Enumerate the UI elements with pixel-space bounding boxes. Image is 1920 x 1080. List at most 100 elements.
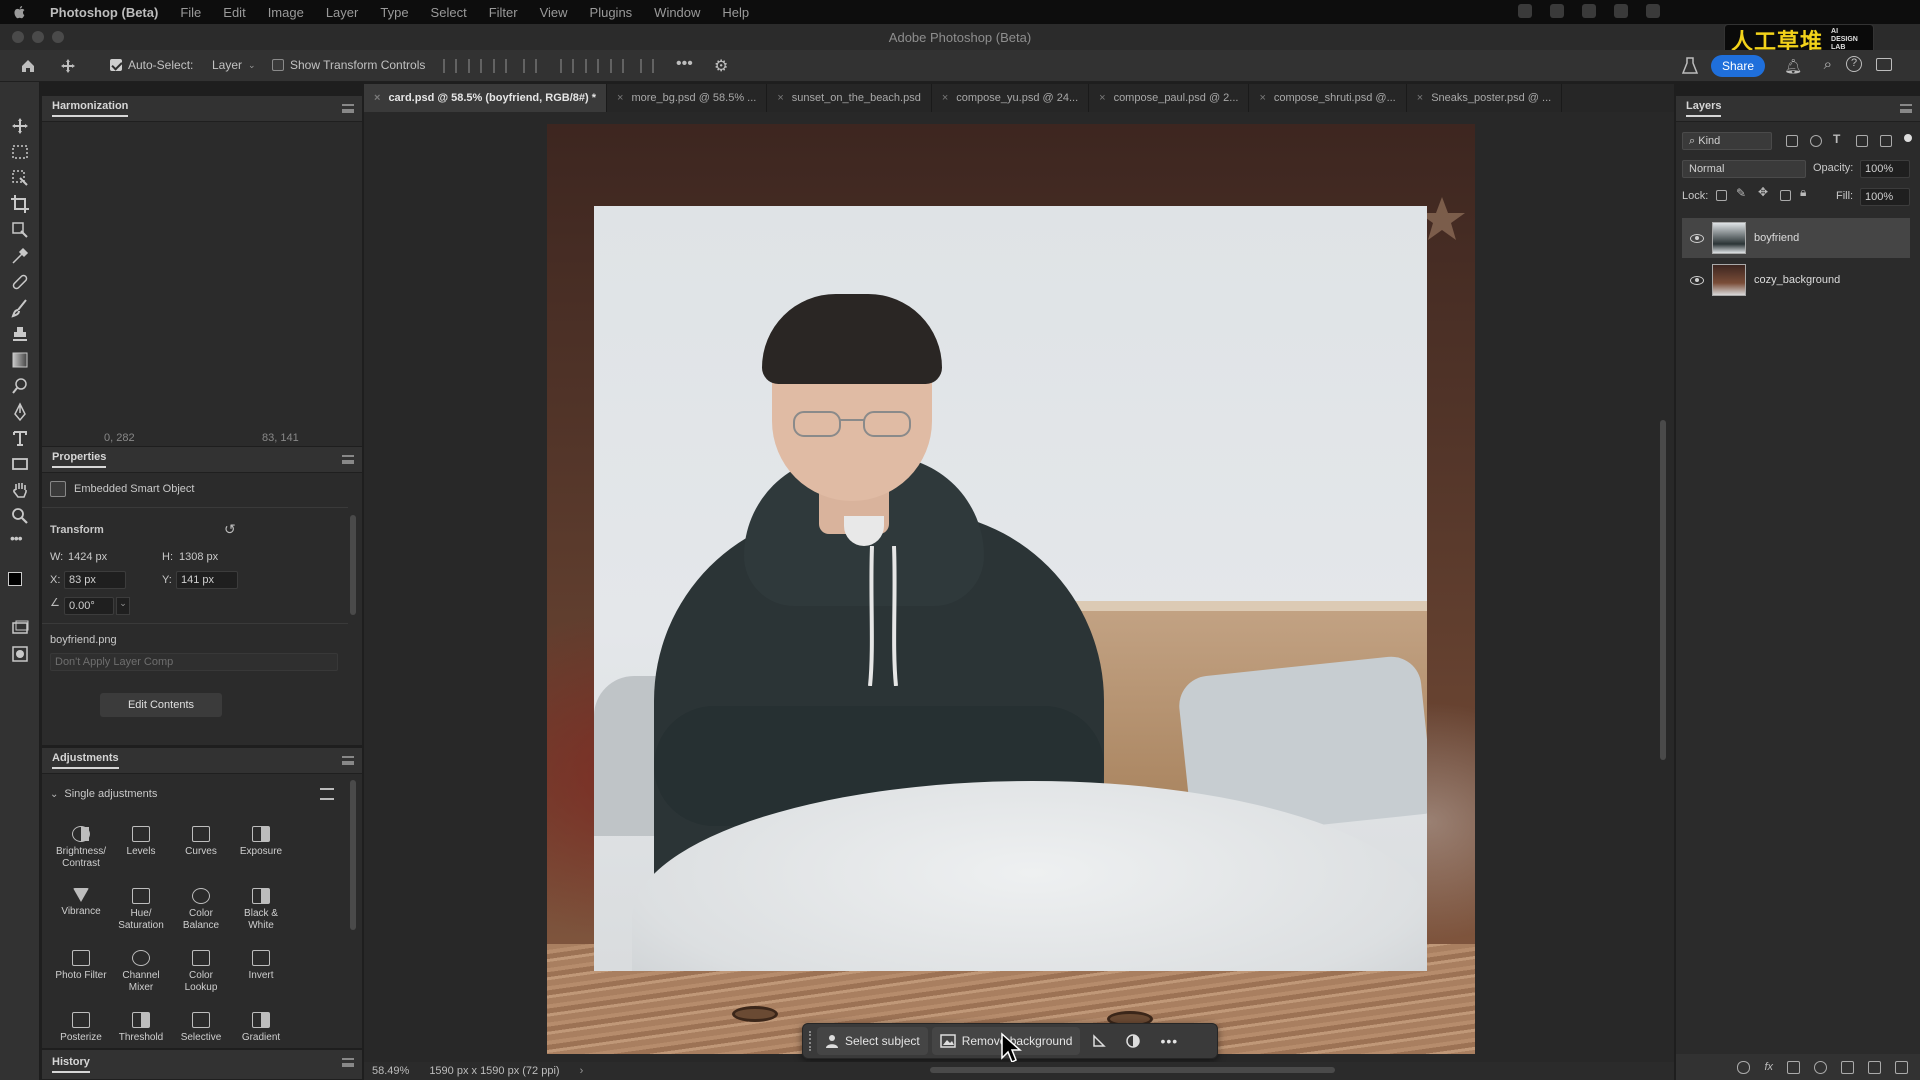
align-center-icon[interactable]: [468, 59, 482, 73]
document-canvas[interactable]: [547, 124, 1475, 1054]
healing-brush-icon[interactable]: [10, 272, 30, 292]
width-value[interactable]: 1424 px: [68, 551, 107, 563]
adjustment-photo-filter[interactable]: Photo Filter: [51, 950, 111, 982]
edit-contents-button[interactable]: Edit Contents: [100, 693, 222, 717]
canvas-horizontal-scrollbar[interactable]: [930, 1067, 1335, 1073]
harmonization-tab[interactable]: Harmonization: [52, 100, 129, 117]
layer-row-boyfriend[interactable]: boyfriend: [1682, 218, 1910, 258]
eyedropper-tool-icon[interactable]: [10, 246, 30, 266]
adjustment-channel-mixer[interactable]: Channel Mixer: [111, 950, 171, 994]
menu-edit[interactable]: Edit: [223, 5, 245, 20]
align-top-icon[interactable]: [560, 59, 574, 73]
frame-tool-icon[interactable]: [10, 220, 30, 240]
document-info[interactable]: 1590 px x 1590 px (72 ppi): [429, 1065, 559, 1077]
status-icon[interactable]: [1550, 4, 1564, 18]
workspace-icon[interactable]: [1876, 58, 1892, 71]
drag-handle-icon[interactable]: [809, 1031, 813, 1051]
close-tab-icon[interactable]: ×: [617, 92, 623, 104]
hand-tool-icon[interactable]: [10, 480, 30, 500]
search-icon[interactable]: ⌕: [1824, 56, 1832, 73]
menu-select[interactable]: Select: [431, 5, 467, 20]
menu-window[interactable]: Window: [654, 5, 700, 20]
adjustment-threshold[interactable]: Threshold: [111, 1012, 171, 1044]
stamp-tool-icon[interactable]: [10, 324, 30, 344]
crop-tool-icon[interactable]: [10, 194, 30, 214]
panel-menu-icon[interactable]: [342, 756, 354, 765]
flask-icon[interactable]: [1682, 57, 1698, 75]
select-subject-button[interactable]: Select subject: [817, 1027, 928, 1055]
screen-mode-icon[interactable]: [10, 618, 30, 638]
panel-menu-icon[interactable]: [342, 455, 354, 464]
align-bottom-icon[interactable]: [610, 59, 624, 73]
marquee-tool-icon[interactable]: [10, 142, 30, 162]
auto-select-checkbox[interactable]: [110, 59, 122, 71]
adjustment-black-white[interactable]: Black & White: [231, 888, 291, 932]
brush-tool-icon[interactable]: [10, 298, 30, 318]
foreground-color-swatch[interactable]: [8, 572, 22, 586]
opacity-input[interactable]: 100%: [1860, 160, 1910, 178]
canvas-area[interactable]: [364, 112, 1674, 1062]
adjustment-invert[interactable]: Invert: [231, 950, 291, 982]
adjustment-levels[interactable]: Levels: [111, 826, 171, 858]
fill-input[interactable]: 100%: [1860, 188, 1910, 206]
align-right-icon[interactable]: [493, 59, 507, 73]
tab-more-bg-psd[interactable]: × more_bg.psd @ 58.5% ...: [607, 84, 768, 112]
more-options-icon[interactable]: •••: [676, 55, 693, 73]
fx-icon[interactable]: fx: [1764, 1061, 1773, 1074]
distribute-vertical-icon[interactable]: [640, 59, 654, 73]
height-value[interactable]: 1308 px: [179, 551, 218, 563]
adjustment-button[interactable]: [1118, 1027, 1148, 1055]
menu-filter[interactable]: Filter: [489, 5, 518, 20]
gear-icon[interactable]: ⚙: [714, 56, 728, 76]
show-transform-checkbox[interactable]: [272, 59, 284, 71]
adjustment-selective-color[interactable]: Selective: [171, 1012, 231, 1044]
close-tab-icon[interactable]: ×: [777, 92, 783, 104]
angle-input[interactable]: 0.00°: [64, 597, 114, 615]
status-icon[interactable]: [1518, 4, 1532, 18]
layer-row-cozy-background[interactable]: cozy_background: [1682, 260, 1910, 300]
reset-transform-icon[interactable]: ↺: [224, 521, 236, 538]
transform-button[interactable]: [1084, 1027, 1114, 1055]
angle-dropdown-icon[interactable]: ⌄: [116, 597, 130, 615]
filter-smart-object-icon[interactable]: [1880, 135, 1892, 147]
panel-menu-icon[interactable]: [342, 1058, 354, 1067]
list-view-icon[interactable]: [320, 788, 334, 800]
filter-toggle-icon[interactable]: [1904, 134, 1912, 142]
menu-layer[interactable]: Layer: [326, 5, 359, 20]
adjustment-vibrance[interactable]: Vibrance: [51, 888, 111, 918]
lock-paint-icon[interactable]: ✎: [1736, 186, 1746, 200]
share-button[interactable]: Share: [1711, 55, 1765, 77]
close-tab-icon[interactable]: ×: [1099, 92, 1105, 104]
rectangle-tool-icon[interactable]: [10, 454, 30, 474]
filter-type-icon[interactable]: T: [1833, 132, 1840, 146]
x-position-input[interactable]: 83 px: [64, 571, 126, 589]
adjustment-brightness-contrast[interactable]: Brightness/Contrast: [51, 826, 111, 870]
status-icon[interactable]: [1582, 4, 1596, 18]
filter-pixel-icon[interactable]: [1786, 135, 1798, 147]
tab-compose-paul-psd[interactable]: × compose_paul.psd @ 2...: [1089, 84, 1250, 112]
more-options-button[interactable]: •••: [1152, 1027, 1186, 1055]
distribute-icon[interactable]: [523, 59, 537, 73]
panel-menu-icon[interactable]: [342, 104, 354, 113]
layers-tab[interactable]: Layers: [1686, 100, 1722, 117]
close-tab-icon[interactable]: ×: [942, 92, 948, 104]
quick-mask-icon[interactable]: [10, 644, 30, 664]
tab-sneaks-poster-psd[interactable]: × Sneaks_poster.psd @ ...: [1407, 84, 1563, 112]
menu-image[interactable]: Image: [268, 5, 304, 20]
align-left-icon[interactable]: [443, 59, 457, 73]
layer-filter-kind-select[interactable]: ⌕ Kind: [1682, 132, 1772, 150]
tab-compose-yu-psd[interactable]: × compose_yu.psd @ 24...: [932, 84, 1090, 112]
menu-plugins[interactable]: Plugins: [590, 5, 633, 20]
apple-icon[interactable]: [12, 4, 28, 20]
menu-view[interactable]: View: [540, 5, 568, 20]
add-mask-icon[interactable]: [1787, 1060, 1800, 1074]
help-icon[interactable]: ?: [1846, 56, 1862, 72]
properties-tab[interactable]: Properties: [52, 451, 107, 468]
tab-compose-shruti-psd[interactable]: × compose_shruti.psd @...: [1249, 84, 1407, 112]
close-tab-icon[interactable]: ×: [374, 92, 380, 104]
y-position-input[interactable]: 141 px: [176, 571, 238, 589]
align-middle-icon[interactable]: [585, 59, 599, 73]
auto-select-dropdown[interactable]: Layer ⌄: [212, 58, 256, 72]
home-icon[interactable]: [20, 58, 36, 74]
move-tool-icon[interactable]: [60, 58, 76, 74]
